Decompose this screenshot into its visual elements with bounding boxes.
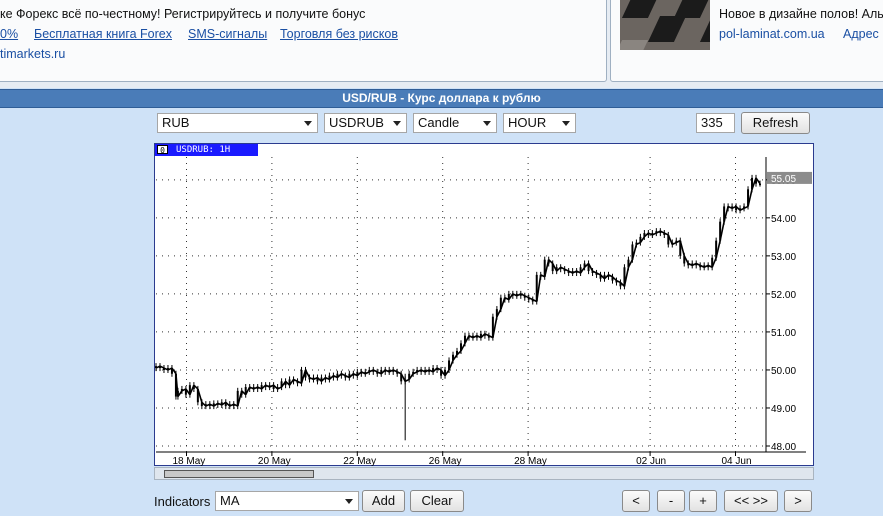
symbol-select[interactable]: USDRUB xyxy=(324,113,407,133)
clear-indicators-button[interactable]: Clear xyxy=(410,490,464,512)
ad-link-bonus[interactable]: 0% xyxy=(0,27,18,41)
zoom-in-button[interactable]: + xyxy=(689,490,717,512)
period-select-value: HOUR xyxy=(508,115,547,130)
chevron-down-icon xyxy=(393,121,401,126)
chart-tab-name: USDRUB: 1H xyxy=(176,145,231,155)
chevron-down-icon xyxy=(562,121,570,126)
chart-panel[interactable] xyxy=(154,143,814,466)
chevron-down-icon xyxy=(304,121,312,126)
ad-left-domain[interactable]: timarkets.ru xyxy=(0,47,65,61)
section-title: USD/RUB - Курс доллара к рублю xyxy=(342,91,541,105)
scroll-right-button[interactable]: > xyxy=(784,490,812,512)
currency-select[interactable]: RUB xyxy=(157,113,318,133)
period-select[interactable]: HOUR xyxy=(503,113,576,133)
ad-left-headline: ке Форекс всё по-честному! Регистрируйте… xyxy=(0,7,366,21)
chart-scrollbar-thumb[interactable] xyxy=(164,470,314,478)
refresh-button[interactable]: Refresh xyxy=(741,112,810,134)
chart-tab-number: 0 xyxy=(157,145,168,155)
scroll-left-button[interactable]: < xyxy=(622,490,650,512)
ad-right-address-link[interactable]: Адрес xyxy=(843,27,879,41)
section-title-bar: USD/RUB - Курс доллара к рублю xyxy=(0,89,883,108)
ad-link-riskless-trading[interactable]: Торговля без рисков xyxy=(280,27,398,41)
ad-right-domain[interactable]: pol-laminat.com.ua xyxy=(719,27,825,41)
zoom-out-button[interactable]: - xyxy=(657,490,685,512)
chart-tab[interactable]: 0 USDRUB: 1H xyxy=(155,144,258,156)
fit-all-button[interactable]: << >> xyxy=(724,490,778,512)
indicators-label: Indicators xyxy=(154,494,211,509)
ad-right-headline[interactable]: Новое в дизайне полов! Аль xyxy=(719,7,883,21)
ad-link-forex-book[interactable]: Бесплатная книга Forex xyxy=(34,27,172,41)
chart-type-select[interactable]: Candle xyxy=(413,113,497,133)
currency-select-value: RUB xyxy=(162,115,190,130)
add-indicator-button[interactable]: Add xyxy=(362,490,405,512)
symbol-select-value: USDRUB xyxy=(329,115,384,130)
chevron-down-icon xyxy=(483,121,491,126)
bars-count-input[interactable]: 335 xyxy=(696,113,735,133)
indicator-select-value: MA xyxy=(220,493,240,508)
ad-thumbnail-image[interactable] xyxy=(620,0,710,50)
indicator-select[interactable]: MA xyxy=(215,491,359,511)
chevron-down-icon xyxy=(345,499,353,504)
chart-type-select-value: Candle xyxy=(418,115,460,130)
ad-link-sms-signals[interactable]: SMS-сигналы xyxy=(188,27,267,41)
